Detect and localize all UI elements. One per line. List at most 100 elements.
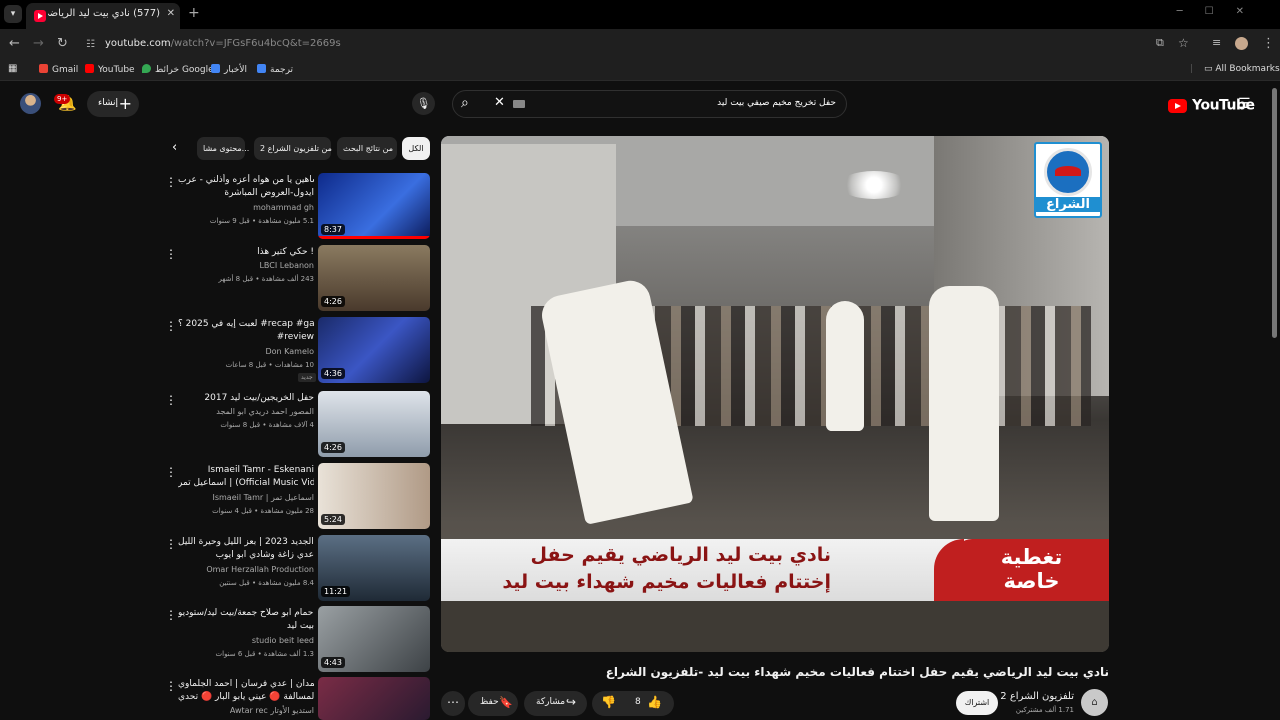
- bookmark-label: خرائط Google: [155, 65, 214, 75]
- account-avatar[interactable]: [20, 93, 41, 114]
- translate-icon: [257, 64, 266, 73]
- like-icon[interactable]: 👍: [647, 695, 662, 709]
- rec-thumbnail[interactable]: 4:26: [318, 391, 430, 457]
- bookmarks-bar: ▦ Gmail YouTube خرائط Google الأخبار ترج…: [0, 59, 1280, 81]
- rec-channel: Ismaeil Tamr | اسماعيل تمر: [212, 493, 314, 502]
- browser-menu-icon[interactable]: ⋮: [1262, 36, 1275, 51]
- rec-thumbnail[interactable]: 11:21: [318, 535, 430, 601]
- rec-channel: mohammad gh: [253, 203, 314, 212]
- bookmark-gmail[interactable]: Gmail: [39, 64, 78, 75]
- create-label: إنشاء: [98, 98, 119, 108]
- bookmark-translate[interactable]: ترجمة: [257, 64, 293, 75]
- keyboard-icon[interactable]: [513, 100, 525, 108]
- dislike-icon[interactable]: 👎: [601, 695, 616, 709]
- forward-icon[interactable]: →: [33, 36, 44, 51]
- rec-thumbnail[interactable]: 4:43: [318, 606, 430, 672]
- tab-search-icon[interactable]: ▾: [4, 5, 22, 23]
- install-app-icon[interactable]: ⧉: [1156, 36, 1164, 50]
- rec-duration: 5:24: [321, 514, 345, 525]
- like-count: 8: [635, 697, 641, 707]
- recommendation-item[interactable]: ⋮ يزن حمدان | عدي فرسان | احمد الجلماوي …: [160, 677, 432, 720]
- recommendation-item[interactable]: ⋮ الترند الجديد 2023 | بعز الليل وحيرة ا…: [160, 535, 432, 601]
- bookmark-maps[interactable]: خرائط Google: [142, 64, 214, 75]
- url-text[interactable]: youtube.com/watch?v=JFGsF6u4bcQ&t=2669s: [105, 38, 341, 49]
- more-options-icon[interactable]: ⋮: [165, 247, 177, 261]
- more-options-icon[interactable]: ⋮: [165, 465, 177, 479]
- rec-thumbnail[interactable]: 8:37: [318, 173, 430, 239]
- bookmark-youtube[interactable]: YouTube: [85, 64, 135, 75]
- address-bar[interactable]: ☷ youtube.com/watch?v=JFGsF6u4bcQ&t=2669…: [80, 32, 1200, 57]
- rec-title: مقدمة حمام ابو صلاح جمعة/بيت ليد/ستوديو: [178, 608, 314, 618]
- browser-tab-active[interactable]: (577) نادي بيت ليد الرياضي يقيم - ✕: [26, 3, 180, 29]
- rec-duration: 4:26: [321, 296, 345, 307]
- youtube-favicon-icon: [34, 10, 46, 22]
- rec-title: يزن حمدان | عدي فرسان | احمد الجلماوي ||: [178, 679, 314, 689]
- all-bookmarks[interactable]: ▭ All Bookmarks: [1204, 64, 1280, 74]
- rec-title-line2: اسماعيل تمر | (Official Music Video...: [178, 478, 314, 488]
- youtube-play-icon: [1168, 98, 1187, 113]
- search-box[interactable]: ⌕ ✕ حفل تخريج مخيم صيفي بيت ليد: [452, 90, 847, 118]
- more-options-icon[interactable]: ⋮: [165, 175, 177, 189]
- chip-search-results[interactable]: من نتائج البحث: [337, 137, 397, 160]
- chip-channel[interactable]: من تلفزيون الشراع 2: [254, 137, 332, 160]
- new-tab-icon[interactable]: +: [188, 5, 200, 21]
- save-button[interactable]: حفظ 🔖: [468, 691, 518, 716]
- window-controls[interactable]: ─☐✕: [1177, 6, 1266, 17]
- video-player[interactable]: الشراع نادي بيت ليد الرياضي يقيم حفل إخت…: [441, 136, 1109, 652]
- rec-thumbnail[interactable]: 4:36: [318, 317, 430, 383]
- watch-progress-bar: [318, 236, 430, 239]
- channel-avatar[interactable]: ⌂: [1081, 689, 1108, 716]
- youtube-page: 🔔 9+ إنشاء + 🎙 ⌕ ✕ حفل تخريج مخيم صيفي ب…: [0, 81, 1280, 720]
- hamburger-menu-icon[interactable]: ☰: [1238, 96, 1251, 112]
- chip-other[interactable]: محتوى مشا...: [197, 137, 249, 160]
- chips-scroll-left-icon[interactable]: ‹: [172, 140, 177, 155]
- profile-avatar[interactable]: [1235, 37, 1248, 50]
- create-button[interactable]: إنشاء +: [87, 91, 139, 117]
- recommendation-item[interactable]: ⋮ لعبت إيه في 2025 ؟ #recap #games #revi…: [160, 317, 432, 383]
- subscribe-button[interactable]: اشتراك: [956, 691, 998, 715]
- site-info-icon[interactable]: ☷: [86, 39, 95, 50]
- share-button[interactable]: مشاركة ↪: [524, 691, 587, 716]
- page-scrollbar[interactable]: [1272, 88, 1277, 338]
- more-options-icon[interactable]: ⋮: [165, 679, 177, 693]
- more-options-icon[interactable]: ⋮: [165, 537, 177, 551]
- clear-search-icon[interactable]: ✕: [494, 95, 505, 110]
- recommendation-item[interactable]: ⋮ حفل الخريجين/بيت ليد 2017 المصور احمد …: [160, 391, 432, 457]
- bookmark-star-icon[interactable]: ☆: [1178, 36, 1189, 50]
- plus-icon: +: [118, 94, 132, 113]
- voice-search-icon[interactable]: 🎙: [412, 92, 435, 115]
- rec-duration: 8:37: [321, 224, 345, 235]
- recommendation-item[interactable]: ⋮ يعقوب شاهين يا من هواه أعزه وأذلني - ع…: [160, 173, 432, 239]
- more-options-icon[interactable]: ⋮: [165, 608, 177, 622]
- rec-channel: Awtar rec استديو الأوتار: [229, 706, 314, 715]
- bookmark-label: Gmail: [52, 65, 79, 75]
- rec-thumbnail[interactable]: [318, 677, 430, 720]
- recommendation-item[interactable]: ⋮ حكي كتير هذا ! LBCI Lebanon 243 ألف مش…: [160, 245, 432, 311]
- tab-close-icon[interactable]: ✕: [167, 8, 175, 19]
- search-input[interactable]: حفل تخريج مخيم صيفي بيت ليد: [717, 98, 836, 108]
- more-options-icon[interactable]: ⋮: [165, 319, 177, 333]
- reading-list-icon[interactable]: ≡: [1212, 36, 1221, 49]
- rec-meta: 28 مليون مشاهدة • قبل 4 سنوات: [212, 507, 314, 515]
- video-lower-third-banner: نادي بيت ليد الرياضي يقيم حفل إختتام فعا…: [441, 539, 1109, 601]
- rec-duration: 4:26: [321, 442, 345, 453]
- all-bookmarks-label: All Bookmarks: [1215, 64, 1280, 74]
- channel-watermark-text: الشراع: [1036, 197, 1100, 212]
- search-icon[interactable]: ⌕: [461, 95, 469, 111]
- bookmark-news[interactable]: الأخبار: [211, 64, 247, 75]
- recommendation-item[interactable]: ⋮ مقدمة حمام ابو صلاح جمعة/بيت ليد/ستودي…: [160, 606, 432, 672]
- rec-thumbnail[interactable]: 4:26: [318, 245, 430, 311]
- more-options-icon[interactable]: ⋮: [165, 393, 177, 407]
- more-actions-button[interactable]: ⋯: [441, 691, 465, 716]
- chip-all[interactable]: الكل: [402, 137, 430, 160]
- recommendation-item[interactable]: ⋮ Ismaeil Tamr - Eskenani اسماعيل تمر | …: [160, 463, 432, 529]
- youtube-icon: [85, 64, 94, 73]
- reload-icon[interactable]: ↻: [57, 36, 68, 51]
- notifications-badge: 9+: [54, 94, 71, 104]
- rec-thumbnail[interactable]: 5:24: [318, 463, 430, 529]
- apps-grid-icon[interactable]: ▦: [8, 63, 17, 74]
- rec-channel: Omar Herzallah Production: [206, 565, 314, 574]
- rec-channel: Don Kamelo: [265, 347, 314, 356]
- channel-watermark-emblem: [1044, 148, 1092, 196]
- back-icon[interactable]: ←: [9, 36, 20, 51]
